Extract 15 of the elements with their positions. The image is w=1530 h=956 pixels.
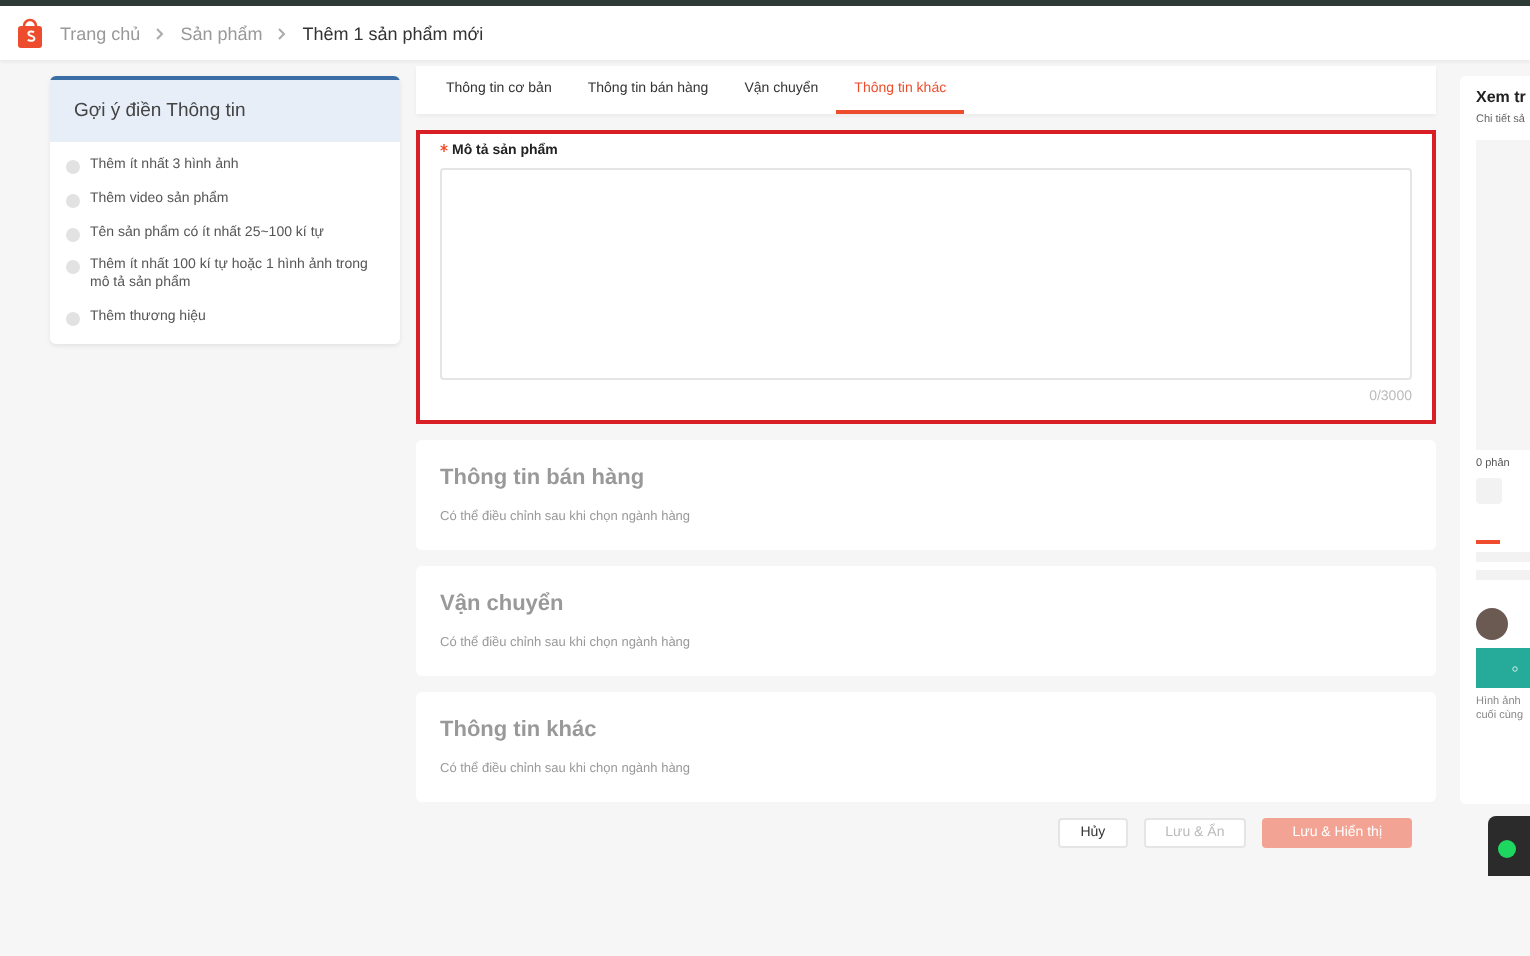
avatar-icon: [1476, 608, 1508, 640]
shopping-bag-icon: [16, 17, 44, 49]
description-field[interactable]: [440, 168, 1412, 380]
panel-title: Gợi ý điền Thông tin: [50, 80, 400, 142]
breadcrumb-item[interactable]: Trang chủ: [60, 23, 141, 43]
chat-button[interactable]: [1476, 648, 1530, 688]
section-title: Thông tin khác: [440, 718, 599, 742]
section-title: Vận chuyển: [440, 592, 566, 616]
chevron-icon: [156, 27, 165, 39]
preview-title: Xem tr: [1476, 88, 1528, 106]
chevron-icon: [278, 27, 287, 39]
chat-widget[interactable]: [1488, 816, 1530, 876]
section-title: Thông tin bán hàng: [440, 466, 647, 490]
breadcrumb-item[interactable]: Sản phẩm: [180, 23, 263, 43]
breadcrumb-item: Thêm 1 sản phẩm mới: [302, 23, 484, 43]
